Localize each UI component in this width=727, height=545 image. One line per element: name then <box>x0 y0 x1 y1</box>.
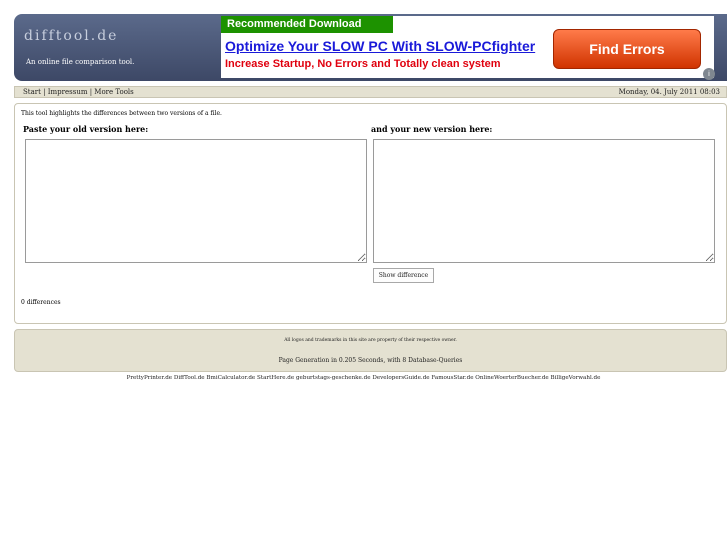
ad-banner[interactable]: Recommended Download Optimize Your SLOW … <box>221 16 715 80</box>
nav-links: Start | Impressum | More Tools <box>23 88 134 96</box>
difference-count: 0 differences <box>21 299 61 306</box>
partner-link[interactable]: BmiCalculator.de <box>206 375 255 381</box>
copyright-text: All logos and trademarks in this site ar… <box>284 338 457 343</box>
show-difference-button[interactable]: Show difference <box>373 268 434 283</box>
ad-subline: Increase Startup, No Errors and Totally … <box>225 58 501 70</box>
ad-info-icon[interactable]: i <box>703 68 715 80</box>
main-panel: This tool highlights the differences bet… <box>14 103 727 324</box>
nav-link-start[interactable]: Start <box>23 88 41 96</box>
intro-text: This tool highlights the differences bet… <box>21 110 222 117</box>
old-version-label: Paste your old version here: <box>23 124 149 134</box>
new-version-textarea[interactable] <box>373 139 715 263</box>
partner-links: PrettyPrinter.de DiffTool.de BmiCalculat… <box>0 375 727 381</box>
partner-link[interactable]: FamousStar.de <box>431 375 473 381</box>
partner-link[interactable]: StartHere.de <box>257 375 294 381</box>
partner-link[interactable]: PrettyPrinter.de <box>127 375 173 381</box>
partner-link[interactable]: geburtstags-geschenke.de <box>296 375 371 381</box>
footer: All logos and trademarks in this site ar… <box>14 329 727 372</box>
nav-bar: Start | Impressum | More Tools Monday, 0… <box>14 86 727 98</box>
partner-link[interactable]: OnlineWoerterBuecher.de <box>475 375 548 381</box>
partner-link[interactable]: DevelopersGuide.de <box>372 375 429 381</box>
site-title[interactable]: difftool.de <box>24 28 118 44</box>
partner-link[interactable]: DiffTool.de <box>174 375 205 381</box>
find-errors-button[interactable]: Find Errors <box>553 29 701 69</box>
new-version-label: and your new version here: <box>371 124 493 134</box>
page-generation-text: Page Generation in 0.205 Seconds, with 8… <box>278 357 463 364</box>
site-tagline: An online file comparison tool. <box>26 58 135 66</box>
nav-separator: | <box>40 88 48 96</box>
nav-link-more-tools[interactable]: More Tools <box>94 88 133 96</box>
nav-link-impressum[interactable]: Impressum <box>48 88 88 96</box>
current-date: Monday, 04. July 2011 08:03 <box>618 88 720 96</box>
ad-label: Recommended Download <box>221 16 393 33</box>
old-version-textarea[interactable] <box>25 139 367 263</box>
partner-link[interactable]: BilligeVorwahl.de <box>551 375 601 381</box>
ad-headline-link[interactable]: Optimize Your SLOW PC With SLOW-PCfighte… <box>225 38 535 54</box>
